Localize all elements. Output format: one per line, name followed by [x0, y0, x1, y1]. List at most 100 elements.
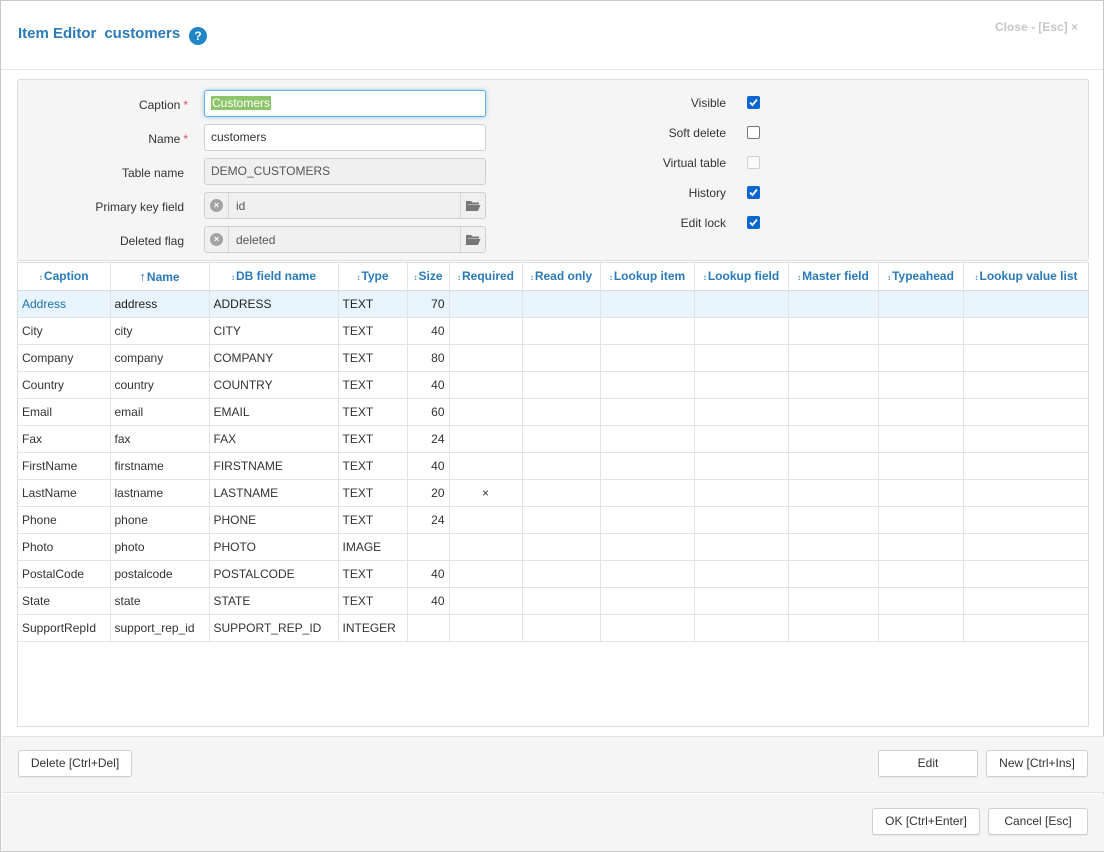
table-row[interactable]: PostalCode postalcode POSTALCODE TEXT 40: [18, 560, 1088, 588]
table-cell: TEXT: [338, 425, 408, 453]
table-cell: [694, 452, 789, 480]
table-cell: [449, 506, 523, 534]
grid-actions-bar: Delete [Ctrl+Del] Edit New [Ctrl+Ins]: [2, 736, 1104, 793]
fields-table: ↕Caption ↑Name ↕DB field name ↕Type ↕Size ↕Re…: [18, 263, 1088, 642]
ok-button[interactable]: OK [Ctrl+Enter]: [872, 808, 980, 835]
soft-delete-checkbox[interactable]: [747, 126, 760, 139]
clear-primary-key-button[interactable]: ×: [205, 193, 229, 218]
table-cell: [522, 587, 601, 615]
table-row[interactable]: Company company COMPANY TEXT 80: [18, 344, 1088, 372]
required-mark: *: [183, 132, 188, 146]
table-cell: [449, 587, 523, 615]
sort-icon: ↕: [797, 273, 802, 283]
table-cell: city: [110, 317, 210, 345]
caption-label: Caption *: [138, 98, 188, 112]
table-row[interactable]: FirstName firstname FIRSTNAME TEXT 40: [18, 452, 1088, 480]
table-row[interactable]: Photo photo PHOTO IMAGE: [18, 533, 1088, 561]
table-cell: [449, 317, 523, 345]
column-header-read-only[interactable]: ↕Read only: [522, 263, 601, 291]
column-header-name[interactable]: ↑Name: [110, 263, 210, 291]
table-cell: EMAIL: [209, 398, 339, 426]
table-row[interactable]: Fax fax FAX TEXT 24: [18, 425, 1088, 453]
history-label: History: [688, 186, 726, 200]
table-row[interactable]: Email email EMAIL TEXT 60: [18, 398, 1088, 426]
table-cell: address: [110, 290, 210, 318]
checkmark-icon: [749, 98, 758, 107]
table-row[interactable]: Address address ADDRESS TEXT 70: [18, 290, 1088, 318]
grid-body: Address address ADDRESS TEXT 70 City city CITY T…: [18, 290, 1088, 642]
select-primary-key-button[interactable]: [460, 193, 485, 218]
table-cell: [600, 398, 695, 426]
column-header-lookup-field[interactable]: ↕Lookup field: [694, 263, 789, 291]
table-cell: Country: [18, 371, 111, 399]
new-button[interactable]: New [Ctrl+Ins]: [986, 750, 1088, 777]
virtual-table-label: Virtual table: [662, 156, 726, 170]
caption-input[interactable]: Customers: [204, 90, 486, 117]
column-header-lookup-item[interactable]: ↕Lookup item: [600, 263, 695, 291]
table-cell: [694, 560, 789, 588]
table-cell: TEXT: [338, 371, 408, 399]
table-cell: [449, 371, 523, 399]
fields-grid: ↕Caption ↑Name ↕DB field name ↕Type ↕Size ↕Re…: [17, 262, 1089, 727]
table-cell: Address: [18, 290, 111, 318]
column-header-type[interactable]: ↕Type: [338, 263, 408, 291]
edit-button[interactable]: Edit: [878, 750, 978, 777]
delete-button[interactable]: Delete [Ctrl+Del]: [18, 750, 132, 777]
column-header-label: DB field name: [235, 269, 316, 284]
table-row[interactable]: City city CITY TEXT 40: [18, 317, 1088, 345]
table-row[interactable]: Phone phone PHONE TEXT 24: [18, 506, 1088, 534]
column-header-lookup-value-list[interactable]: ↕Lookup value list: [963, 263, 1088, 291]
table-cell: 40: [407, 317, 450, 345]
table-cell: [878, 425, 964, 453]
table-cell: [694, 506, 789, 534]
table-cell: [878, 398, 964, 426]
help-icon[interactable]: ?: [189, 27, 207, 45]
primary-key-value: id: [236, 199, 246, 213]
table-row[interactable]: LastName lastname LASTNAME TEXT 20 ×: [18, 479, 1088, 507]
table-row[interactable]: SupportRepId support_rep_id SUPPORT_REP_ID…: [18, 614, 1088, 642]
column-header-label: Size: [418, 269, 443, 284]
table-cell: [963, 371, 1088, 399]
deleted-flag-field[interactable]: × deleted: [204, 226, 486, 253]
table-cell: [878, 344, 964, 372]
edit-lock-checkbox[interactable]: [747, 216, 760, 229]
column-header-master-field[interactable]: ↕Master field: [788, 263, 879, 291]
visible-checkbox[interactable]: [747, 96, 760, 109]
name-input[interactable]: customers: [204, 124, 486, 151]
select-deleted-flag-button[interactable]: [460, 227, 485, 252]
table-cell: 80: [407, 344, 450, 372]
table-cell: SUPPORT_REP_ID: [209, 614, 339, 642]
column-header-caption[interactable]: ↕Caption: [18, 263, 111, 291]
table-cell: [963, 614, 1088, 642]
caption-row: Caption *: [18, 91, 188, 119]
table-row[interactable]: Country country COUNTRY TEXT 40: [18, 371, 1088, 399]
sort-icon: ↕: [38, 273, 43, 283]
column-header-required[interactable]: ↕Required: [449, 263, 523, 291]
table-cell: [600, 290, 695, 318]
sort-ascending-icon: ↑: [139, 268, 146, 284]
sort-icon: ↕: [456, 273, 461, 283]
table-cell: PostalCode: [18, 560, 111, 588]
table-cell: [963, 506, 1088, 534]
column-header-db-field-name[interactable]: ↕DB field name: [209, 263, 339, 291]
table-cell: [600, 479, 695, 507]
table-cell: phone: [110, 506, 210, 534]
table-cell: TEXT: [338, 560, 408, 588]
table-cell: [600, 344, 695, 372]
table-cell: [449, 290, 523, 318]
cancel-button[interactable]: Cancel [Esc]: [988, 808, 1088, 835]
history-checkbox[interactable]: [747, 186, 760, 199]
table-cell: [522, 533, 601, 561]
primary-key-label: Primary key field: [95, 200, 184, 214]
table-cell: [449, 344, 523, 372]
table-cell: TEXT: [338, 452, 408, 480]
clear-deleted-flag-button[interactable]: ×: [205, 227, 229, 252]
column-header-typeahead[interactable]: ↕Typeahead: [878, 263, 964, 291]
column-header-size[interactable]: ↕Size: [407, 263, 450, 291]
close-button[interactable]: Close - [Esc] ×: [995, 20, 1078, 34]
table-cell: company: [110, 344, 210, 372]
table-cell: [522, 506, 601, 534]
primary-key-field[interactable]: × id: [204, 192, 486, 219]
table-row[interactable]: State state STATE TEXT 40: [18, 587, 1088, 615]
table-name-input[interactable]: DEMO_CUSTOMERS: [204, 158, 486, 185]
